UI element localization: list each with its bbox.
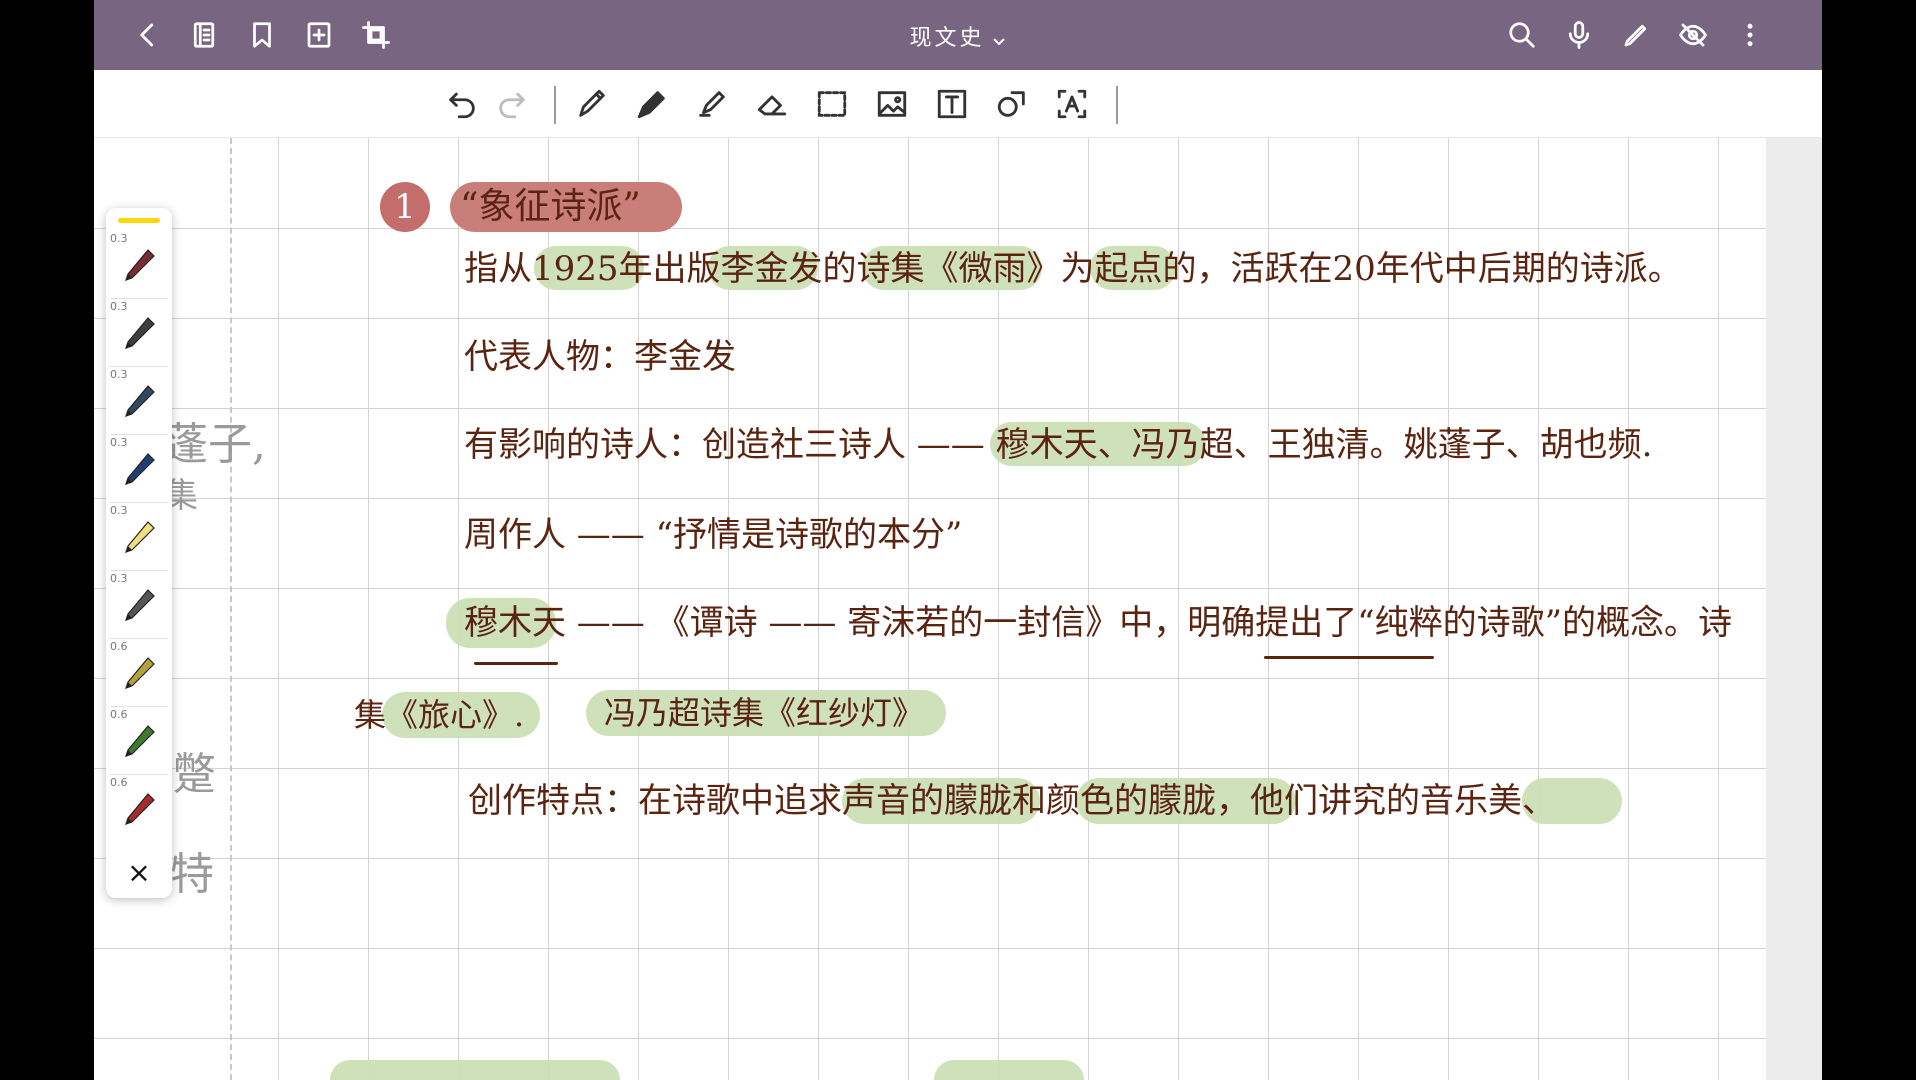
margin-line <box>230 138 232 1080</box>
crop-icon[interactable] <box>356 15 396 55</box>
pen-slot[interactable]: 0.3 <box>106 232 172 300</box>
note-line: 有影响的诗人：创造社三诗人 —— 穆木天、冯乃超、王独清。姚蓬子、胡也频. <box>464 425 1653 465</box>
pen-slot[interactable]: 0.6 <box>106 776 172 844</box>
section-number: 1 <box>380 182 430 232</box>
pen-divider <box>110 638 168 639</box>
section-title: “象征诗派” <box>460 186 641 227</box>
notes-app: 现文史 蓬子, 集 蹩 特 1 “象征诗派” 指从1925年出版李金发的诗集《微… <box>94 0 1822 1080</box>
pen-divider <box>110 706 168 707</box>
pencil-tool-icon[interactable] <box>570 84 614 124</box>
grid-line <box>94 408 1766 409</box>
grid-line <box>94 1038 1766 1039</box>
grid-line <box>94 498 1766 499</box>
add-page-icon[interactable] <box>299 15 339 55</box>
pen-divider <box>110 774 168 775</box>
text-recognition-icon[interactable] <box>1050 84 1094 124</box>
faded-text: 蹩 <box>172 749 216 800</box>
document-title-dropdown[interactable]: 现文史 <box>909 26 1006 51</box>
redo-icon[interactable] <box>490 84 534 124</box>
undo-icon[interactable] <box>440 84 484 124</box>
more-icon[interactable] <box>1730 15 1770 55</box>
note-line: 冯乃超诗集《红纱灯》 <box>604 694 925 732</box>
search-icon[interactable] <box>1502 15 1542 55</box>
note-line: 周作人 —— “抒情是诗歌的本分” <box>464 515 963 555</box>
image-tool-icon[interactable] <box>870 84 914 124</box>
grid-line <box>94 768 1766 769</box>
pen-slot[interactable]: 0.3 <box>106 300 172 368</box>
note-line: 创作特点：在诗歌中追求声音的朦胧和颜色的朦胧，他们讲究的音乐美、 <box>468 781 1556 821</box>
palette-indicator <box>118 218 160 223</box>
lasso-select-icon[interactable] <box>810 84 854 124</box>
pen-divider <box>110 570 168 571</box>
pen-divider <box>110 434 168 435</box>
eraser-tool-icon[interactable] <box>750 84 794 124</box>
scroll-gutter[interactable] <box>1766 138 1822 1080</box>
title-bar: 现文史 <box>94 0 1822 70</box>
toolbar-divider <box>1116 86 1118 124</box>
pen-divider <box>110 502 168 503</box>
pen-divider <box>110 366 168 367</box>
pen-icon <box>125 249 155 281</box>
pen-slot[interactable]: 0.3 <box>106 504 172 572</box>
pen-icon <box>125 793 155 825</box>
grid-line <box>94 228 1766 229</box>
pen-icon <box>125 453 155 485</box>
underline <box>1264 656 1434 659</box>
pen-slot[interactable]: 0.6 <box>106 708 172 776</box>
underline <box>474 662 558 665</box>
tool-bar <box>94 70 1822 138</box>
pen-icon <box>125 589 155 621</box>
grid-line <box>278 138 279 1080</box>
highlight <box>934 1060 1084 1080</box>
bookmark-icon[interactable] <box>242 15 282 55</box>
pen-icon[interactable] <box>1616 15 1656 55</box>
grid-line <box>94 318 1766 319</box>
faded-text: 蓬子, <box>164 419 266 470</box>
grid-line <box>94 858 1766 859</box>
pen-icon <box>125 317 155 349</box>
pen-slot[interactable]: 0.3 <box>106 436 172 504</box>
pen-icon <box>125 657 155 689</box>
document-title-text: 现文史 <box>909 26 985 51</box>
pen-icon <box>125 521 155 553</box>
microphone-icon[interactable] <box>1559 15 1599 55</box>
note-line: 代表人物：李金发 <box>464 337 736 377</box>
pen-slot[interactable]: 0.3 <box>106 572 172 640</box>
faded-text: 特 <box>170 849 214 900</box>
text-tool-icon[interactable] <box>930 84 974 124</box>
highlight <box>330 1060 620 1080</box>
note-line: 指从1925年出版李金发的诗集《微雨》为起点的，活跃在20年代中后期的诗派。 <box>464 249 1682 289</box>
close-palette-button[interactable]: × <box>106 846 172 898</box>
grid-line <box>94 948 1766 949</box>
pen-icon <box>125 725 155 757</box>
grid-line <box>368 138 369 1080</box>
highlighter-tool-icon[interactable] <box>690 84 734 124</box>
back-icon[interactable] <box>128 15 168 55</box>
note-line: 集《旅心》. <box>354 696 525 734</box>
outline-icon[interactable] <box>184 15 224 55</box>
grid-line <box>94 678 1766 679</box>
pen-divider <box>110 298 168 299</box>
note-line: 穆木天 —— 《谭诗 —— 寄沫若的一封信》中，明确提出了“纯粹的诗歌”的概念。… <box>464 603 1732 643</box>
pen-palette: 0.3 0.3 0.3 0.3 0.3 0.3 0.6 0.6 0.6 × <box>106 208 172 898</box>
pen-slot[interactable]: 0.3 <box>106 368 172 436</box>
chevron-down-icon <box>991 31 1007 47</box>
pen-icon <box>125 385 155 417</box>
grid-line <box>94 588 1766 589</box>
note-page[interactable]: 蓬子, 集 蹩 特 1 “象征诗派” 指从1925年出版李金发的诗集《微雨》为起… <box>94 138 1766 1080</box>
pen-tool-icon[interactable] <box>630 84 674 124</box>
pen-slot[interactable]: 0.6 <box>106 640 172 708</box>
shape-tool-icon[interactable] <box>990 84 1034 124</box>
hide-icon[interactable] <box>1673 15 1713 55</box>
toolbar-divider <box>554 86 556 124</box>
